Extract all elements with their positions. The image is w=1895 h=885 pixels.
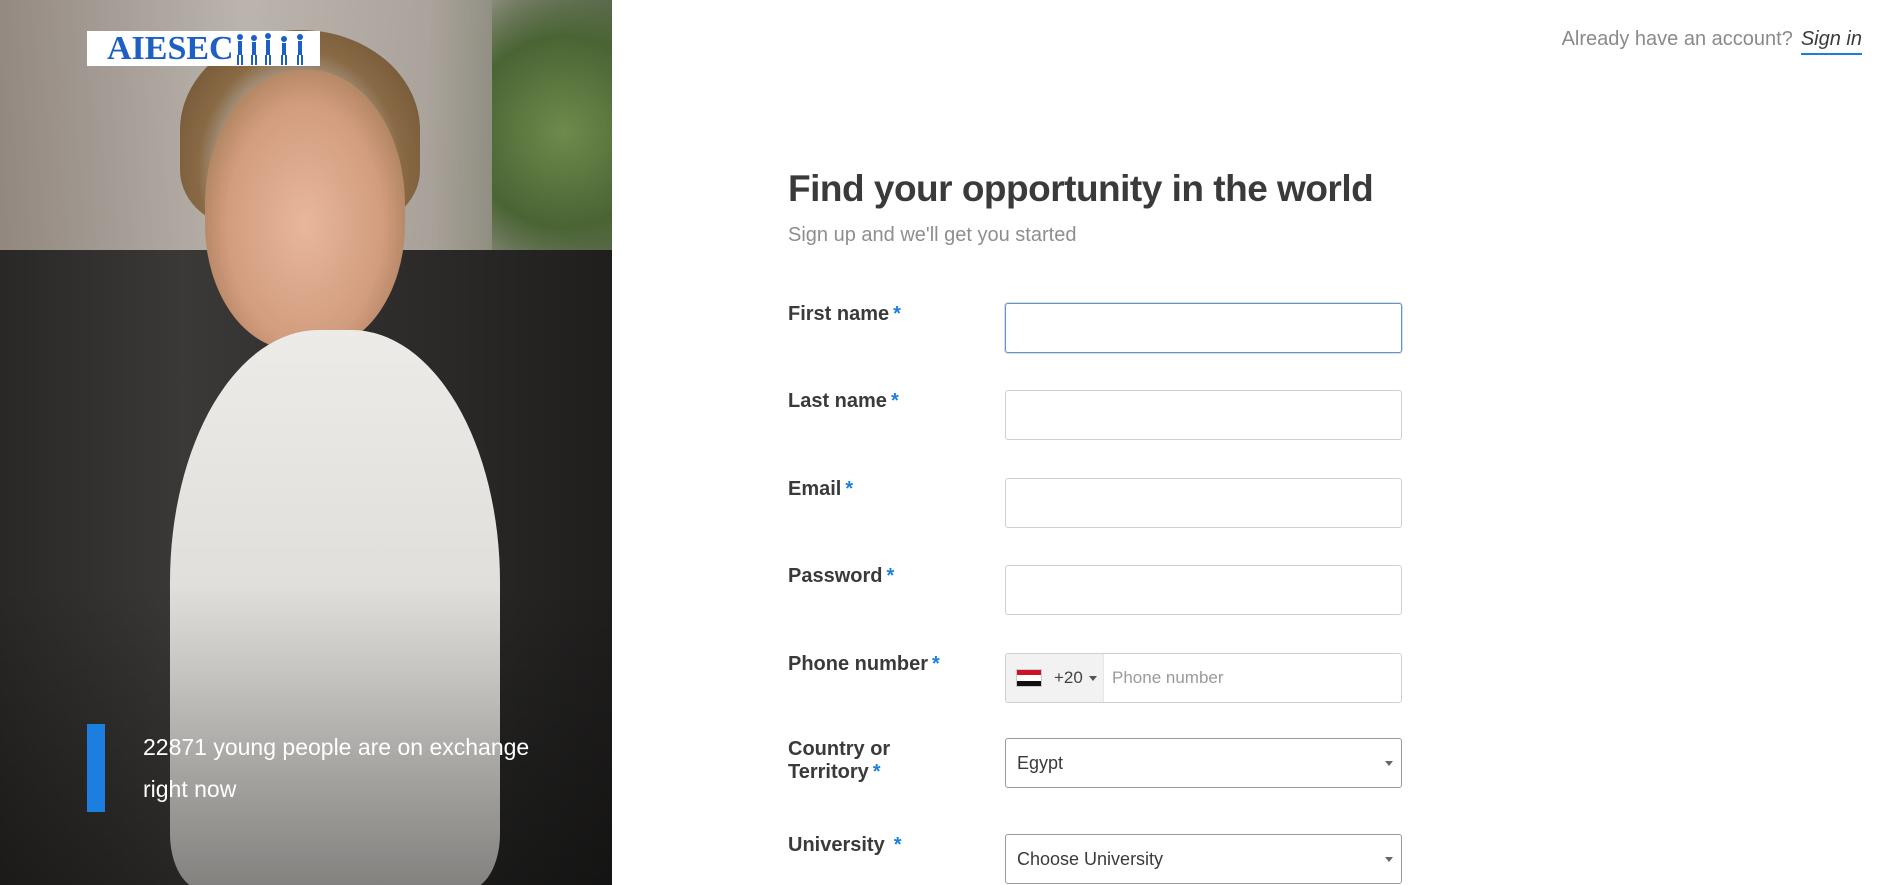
last-name-input[interactable] <box>1005 390 1402 440</box>
required-mark: * <box>890 390 899 412</box>
caret-down-icon <box>1385 761 1393 766</box>
country-select[interactable]: Egypt <box>1005 738 1402 788</box>
required-mark: * <box>893 834 902 856</box>
phone-label: Phone number * <box>788 653 940 675</box>
country-label: Country or Territory * <box>788 738 891 783</box>
email-label: Email * <box>788 478 854 500</box>
university-selected-value: Choose University <box>1017 848 1164 869</box>
photo-person-face <box>205 70 405 350</box>
required-mark: * <box>893 303 901 325</box>
email-input[interactable] <box>1005 478 1402 528</box>
required-mark: * <box>932 653 940 675</box>
exchange-stat-box: 22871 young people are on exchange right… <box>87 724 557 812</box>
first-name-input[interactable] <box>1005 303 1402 353</box>
password-label: Password * <box>788 565 895 587</box>
hero-photo-panel: AIESEC 22871 young people are on exchang… <box>0 0 612 885</box>
country-selected-value: Egypt <box>1017 752 1064 773</box>
logo-text: AIESEC <box>107 30 234 67</box>
university-label: University * <box>788 834 902 856</box>
form-subtitle: Sign up and we'll get you started <box>788 224 1077 246</box>
last-name-label: Last name * <box>788 390 899 412</box>
signin-prompt: Already have an account? Sign in <box>1562 28 1862 55</box>
country-code-dropdown[interactable]: +20 <box>1006 654 1104 702</box>
egypt-flag-icon <box>1016 669 1042 687</box>
university-select[interactable]: Choose University <box>1005 834 1402 884</box>
signin-link[interactable]: Sign in <box>1800 28 1862 55</box>
required-mark: * <box>886 565 895 587</box>
logo-box: AIESEC <box>87 31 320 66</box>
logo-figures-icon <box>232 31 314 66</box>
account-prompt-text: Already have an account? <box>1561 28 1793 50</box>
required-mark: * <box>872 761 881 783</box>
aiesec-logo[interactable]: AIESEC <box>87 31 337 66</box>
phone-input-group: +20 <box>1005 653 1402 703</box>
signup-form: Find your opportunity in the world Sign … <box>788 168 1408 884</box>
caret-down-icon <box>1385 857 1393 862</box>
phone-number-input[interactable] <box>1104 654 1401 702</box>
password-input[interactable] <box>1005 565 1402 615</box>
exchange-stat-text: 22871 young people are on exchange right… <box>143 734 530 802</box>
first-name-label: First name * <box>788 303 901 325</box>
caret-down-icon <box>1088 675 1097 681</box>
required-mark: * <box>845 478 854 500</box>
dial-code: +20 <box>1054 668 1083 687</box>
form-title: Find your opportunity in the world <box>788 168 1374 209</box>
exchange-accent-bar <box>87 724 105 812</box>
